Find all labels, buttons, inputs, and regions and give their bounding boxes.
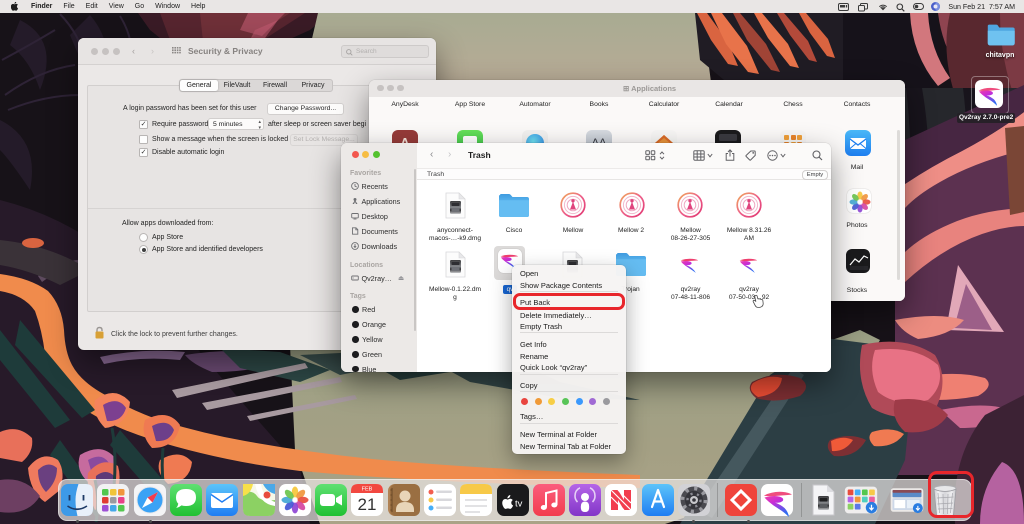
svg-text:FEB: FEB xyxy=(362,487,373,493)
svg-text:tv: tv xyxy=(515,499,523,510)
svg-text:21: 21 xyxy=(358,495,377,514)
